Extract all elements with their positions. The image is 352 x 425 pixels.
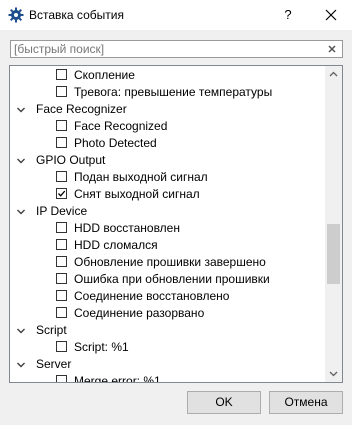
tree-item[interactable]: Подан выходной сигнал (10, 169, 326, 186)
tree-item[interactable]: Тревога: превышение температуры (10, 84, 326, 101)
close-button[interactable] (318, 4, 344, 26)
window-title: Вставка события (29, 8, 124, 22)
tree-item[interactable]: Соединение восстановлено (10, 288, 326, 305)
tree-item-label: Merge error: %1 (74, 374, 161, 383)
chevron-down-icon[interactable] (16, 360, 26, 370)
cancel-button[interactable]: Отмена (269, 391, 343, 414)
tree-item[interactable]: Скопление (10, 67, 326, 84)
title-bar: Вставка события ? (0, 0, 352, 30)
tree-group-label: Face Recognizer (36, 102, 127, 116)
tree-group[interactable]: IP Device (10, 203, 326, 220)
vertical-scrollbar[interactable] (325, 66, 342, 382)
tree-group-label: IP Device (36, 204, 88, 218)
checkbox[interactable] (56, 120, 67, 131)
tree-group[interactable]: Server (10, 356, 326, 373)
tree-group-label: GPIO Output (36, 153, 106, 167)
chevron-down-icon[interactable] (16, 105, 26, 115)
gear-icon (8, 7, 24, 23)
help-button[interactable]: ? (277, 4, 299, 26)
tree-item[interactable]: Merge error: %1 (10, 373, 326, 383)
checkbox[interactable] (56, 188, 67, 199)
checkbox[interactable] (56, 137, 67, 148)
checkbox[interactable] (56, 86, 67, 97)
checkbox[interactable] (56, 239, 67, 250)
tree-item[interactable]: Face Recognized (10, 118, 326, 135)
tree-item-label: Подан выходной сигнал (74, 170, 208, 184)
tree-item-label: Script: %1 (74, 340, 129, 354)
checkbox[interactable] (56, 307, 67, 318)
tree-item[interactable]: HDD восстановлен (10, 220, 326, 237)
tree-item-label: Ошибка при обновлении прошивки (74, 272, 270, 286)
chevron-down-icon[interactable] (16, 156, 26, 166)
checkmark-icon (58, 190, 66, 197)
close-icon (325, 9, 337, 21)
tree-item-label: Соединение восстановлено (74, 289, 230, 303)
tree-group-label: Script (36, 323, 67, 337)
tree-group-label: Server (36, 357, 72, 371)
tree-item[interactable]: Ошибка при обновлении прошивки (10, 271, 326, 288)
search-input[interactable] (14, 41, 324, 57)
tree-item-label: Скопление (74, 68, 135, 82)
checkbox[interactable] (56, 256, 67, 267)
scroll-up-arrow-icon[interactable] (325, 66, 342, 83)
tree-group[interactable]: Script (10, 322, 326, 339)
tree-item[interactable]: Соединение разорвано (10, 305, 326, 322)
tree-item[interactable]: Script: %1 (10, 339, 326, 356)
tree-item-label: Обновление прошивки завершено (74, 255, 266, 269)
ok-button[interactable]: OK (187, 391, 261, 414)
checkbox[interactable] (56, 273, 67, 284)
tree-item-label: Снят выходной сигнал (74, 187, 200, 201)
checkbox[interactable] (56, 171, 67, 182)
scroll-down-arrow-icon[interactable] (325, 365, 342, 382)
tree-item[interactable]: Снят выходной сигнал (10, 186, 326, 203)
tree-item-label: Face Recognized (74, 119, 168, 133)
tree-group[interactable]: GPIO Output (10, 152, 326, 169)
checkbox[interactable] (56, 290, 67, 301)
event-tree: Скопление Тревога: превышение температуры… (9, 65, 343, 383)
chevron-down-icon[interactable] (16, 326, 26, 336)
tree-item[interactable]: Обновление прошивки завершено (10, 254, 326, 271)
tree-item-label: HDD сломался (74, 238, 158, 252)
tree-item-label: HDD восстановлен (74, 221, 180, 235)
checkbox[interactable] (56, 222, 67, 233)
tree-group[interactable]: Face Recognizer (10, 101, 326, 118)
checkbox[interactable] (56, 69, 67, 80)
tree-item-label: Photo Detected (74, 136, 157, 150)
scrollbar-thumb[interactable] (327, 224, 340, 284)
tree-item-label: Тревога: превышение температуры (74, 85, 273, 99)
tree-item[interactable]: HDD сломался (10, 237, 326, 254)
checkbox[interactable] (56, 375, 67, 382)
tree-item[interactable]: Photo Detected (10, 135, 326, 152)
search-box (10, 40, 343, 58)
clear-icon[interactable] (326, 43, 338, 55)
checkbox[interactable] (56, 341, 67, 352)
tree-item-label: Соединение разорвано (74, 306, 205, 320)
chevron-down-icon[interactable] (16, 207, 26, 217)
